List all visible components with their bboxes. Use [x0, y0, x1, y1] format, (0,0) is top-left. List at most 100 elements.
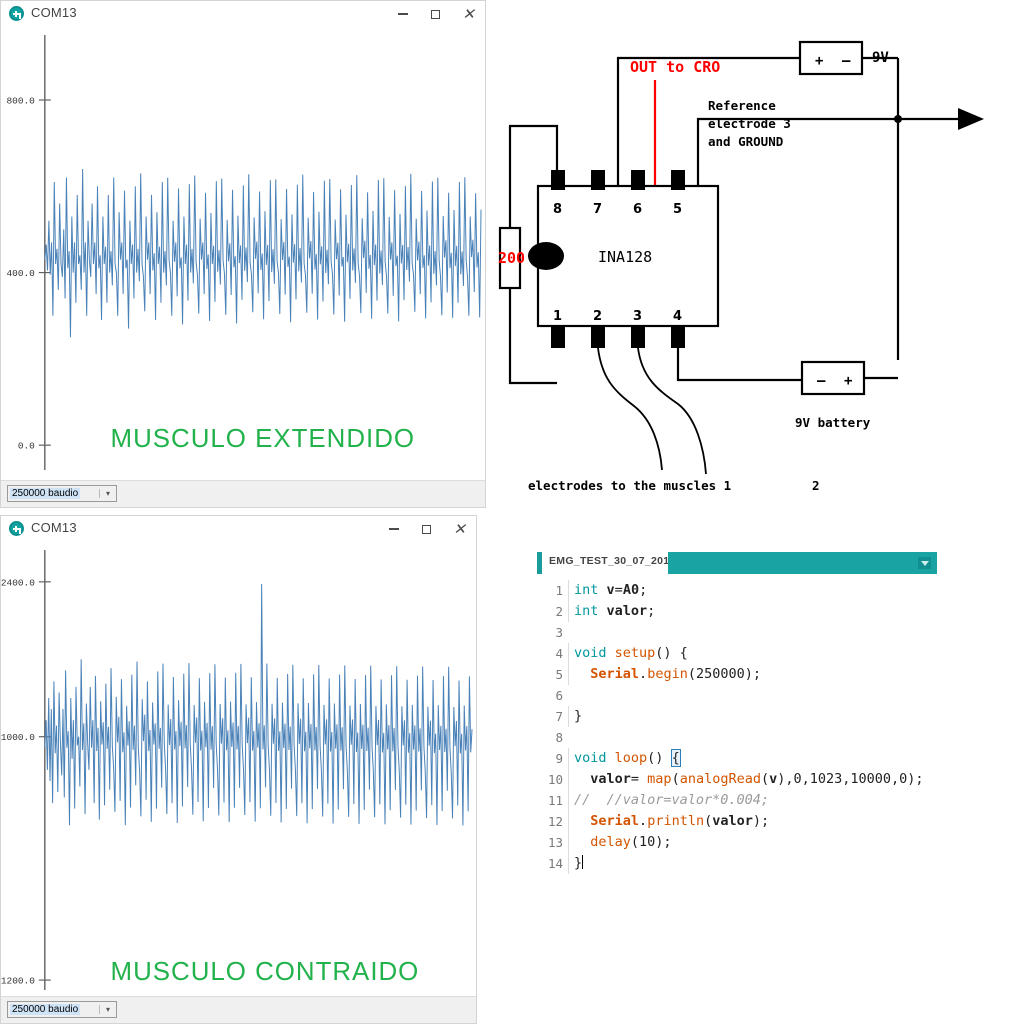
- code-text[interactable]: int valor;: [568, 601, 655, 622]
- code-line[interactable]: 6: [537, 685, 937, 706]
- battery-bottom-plus-label: +: [844, 373, 852, 389]
- code-text[interactable]: Serial.begin(250000);: [568, 664, 761, 685]
- battery-bottom-label: 9V battery: [795, 415, 871, 430]
- code-text[interactable]: }: [568, 853, 584, 874]
- chip-notch-icon: [528, 242, 564, 270]
- tab-bar: [668, 552, 937, 574]
- plot-label-contracted: MUSCULO CONTRAIDO: [111, 958, 420, 986]
- code-text[interactable]: // //valor=valor*0.004;: [568, 790, 769, 811]
- pin-1: [551, 326, 565, 348]
- baud-bar: 250000 baudio ▾: [1, 480, 485, 507]
- y-tick-label: 0.0: [18, 441, 35, 452]
- line-number: 7: [555, 709, 563, 724]
- reference-note-line3: and GROUND: [708, 134, 783, 149]
- pin-7: [591, 170, 605, 190]
- battery-top-symbol: [798, 40, 864, 76]
- tab-file-name[interactable]: EMG_TEST_30_07_2019: [549, 555, 676, 567]
- chevron-down-icon[interactable]: ▾: [99, 489, 116, 498]
- editor-tab-row: EMG_TEST_30_07_2019: [537, 552, 937, 574]
- line-number: 2: [555, 604, 563, 619]
- electrode-wire-2: [637, 347, 707, 475]
- close-button[interactable]: ✕: [443, 516, 476, 542]
- baud-rate-dropdown[interactable]: 250000 baudio ▾: [7, 485, 117, 502]
- baud-rate-dropdown[interactable]: 250000 baudio ▾: [7, 1001, 117, 1018]
- battery-bottom-symbol: [800, 360, 866, 396]
- maximize-button[interactable]: [419, 1, 452, 27]
- window-title: COM13: [31, 520, 77, 535]
- arduino-code-editor: EMG_TEST_30_07_2019 1 int v=A0; 2 int valor…: [537, 552, 937, 874]
- pin-8: [551, 170, 565, 190]
- line-number: 3: [555, 625, 563, 640]
- code-line[interactable]: 8: [537, 727, 937, 748]
- electrode-2-caption: 2: [812, 478, 820, 493]
- code-line[interactable]: 11 // //valor=valor*0.004;: [537, 790, 937, 811]
- tab-accent-bar: [537, 552, 542, 574]
- pin-label-1: 1: [553, 309, 562, 324]
- line-number: 4: [555, 646, 563, 661]
- code-text[interactable]: void loop() {: [568, 748, 681, 769]
- y-tick-label: 400.0: [7, 268, 36, 279]
- code-body[interactable]: 1 int v=A0; 2 int valor; 3 4 void setup() {5 S…: [537, 574, 937, 874]
- chevron-down-icon[interactable]: [918, 557, 931, 569]
- code-line[interactable]: 5 Serial.begin(250000);: [537, 664, 937, 685]
- code-line[interactable]: 9 void loop() {: [537, 748, 937, 769]
- baud-rate-value: 250000 baudio: [10, 488, 81, 499]
- line-number: 13: [547, 835, 563, 850]
- y-tick-label: 1000.0: [1, 732, 35, 743]
- electrodes-caption: electrodes to the muscles 1: [528, 478, 731, 493]
- code-line[interactable]: 2 int valor;: [537, 601, 937, 622]
- close-button[interactable]: ✕: [452, 1, 485, 27]
- maximize-button[interactable]: [410, 516, 443, 542]
- pin-3: [631, 326, 645, 348]
- code-line[interactable]: 7}: [537, 706, 937, 727]
- battery-top-plus-label: +: [815, 53, 823, 69]
- line-number: 11: [547, 793, 563, 808]
- pin-label-8: 8: [553, 202, 562, 217]
- code-text[interactable]: delay(10);: [568, 832, 672, 853]
- code-line[interactable]: 14}: [537, 853, 937, 874]
- serial-plotter-window-contracted: COM13 ✕ 2400.0 1000.0 1200.0 MUSCULO CONTR…: [0, 515, 477, 1024]
- arduino-logo-icon: [9, 521, 24, 536]
- chevron-down-icon[interactable]: ▾: [99, 1005, 116, 1014]
- baud-rate-value: 250000 baudio: [10, 1004, 81, 1015]
- plot-canvas-contracted: 2400.0 1000.0 1200.0 MUSCULO CONTRAIDO: [1, 542, 476, 997]
- code-line[interactable]: 3: [537, 622, 937, 643]
- arduino-logo-icon: [9, 6, 24, 21]
- window-titlebar: COM13 ✕: [1, 516, 476, 543]
- code-line[interactable]: 4 void setup() {: [537, 643, 937, 664]
- line-number: 8: [555, 730, 563, 745]
- baud-bar: 250000 baudio ▾: [1, 996, 476, 1023]
- code-line[interactable]: 13 delay(10);: [537, 832, 937, 853]
- serial-plotter-window-extended: COM13 ✕ 0.0 400.0 800.0 MUSCULO EXTENDIDO …: [0, 0, 486, 508]
- code-text[interactable]: int v=A0;: [568, 580, 647, 601]
- battery-top-minus-label: –: [842, 53, 851, 69]
- plot-canvas-extended: 0.0 400.0 800.0 MUSCULO EXTENDIDO: [1, 27, 485, 481]
- pin-label-2: 2: [593, 309, 602, 324]
- y-tick-label: 2400.0: [1, 577, 35, 588]
- code-line[interactable]: 1 int v=A0;: [537, 580, 937, 601]
- code-line[interactable]: 12 Serial.println(valor);: [537, 811, 937, 832]
- pin-label-5: 5: [673, 202, 682, 217]
- window-titlebar: COM13 ✕: [1, 1, 485, 28]
- pin-label-3: 3: [633, 309, 642, 324]
- pin-label-7: 7: [593, 202, 602, 217]
- line-number: 14: [547, 856, 563, 871]
- line-number: 6: [555, 688, 563, 703]
- code-text[interactable]: void setup() {: [568, 643, 688, 664]
- code-text[interactable]: valor= map(analogRead(v),0,1023,10000,0)…: [568, 769, 924, 790]
- pin-label-6: 6: [633, 202, 642, 217]
- pin-6: [631, 170, 645, 190]
- code-text[interactable]: }: [568, 706, 582, 727]
- minimize-button[interactable]: [377, 516, 410, 542]
- line-number: 9: [555, 751, 563, 766]
- reference-note-line1: Reference: [708, 98, 776, 113]
- code-text[interactable]: Serial.println(valor);: [568, 811, 769, 832]
- y-tick-label: 1200.0: [1, 976, 35, 987]
- out-to-cro-label: OUT to CRO: [630, 58, 720, 76]
- chip-name-label: INA128: [598, 248, 652, 266]
- code-line[interactable]: 10 valor= map(analogRead(v),0,1023,10000…: [537, 769, 937, 790]
- window-title: COM13: [31, 5, 77, 20]
- minimize-button[interactable]: [386, 1, 419, 27]
- pin-label-4: 4: [673, 309, 682, 324]
- pin-4: [671, 326, 685, 348]
